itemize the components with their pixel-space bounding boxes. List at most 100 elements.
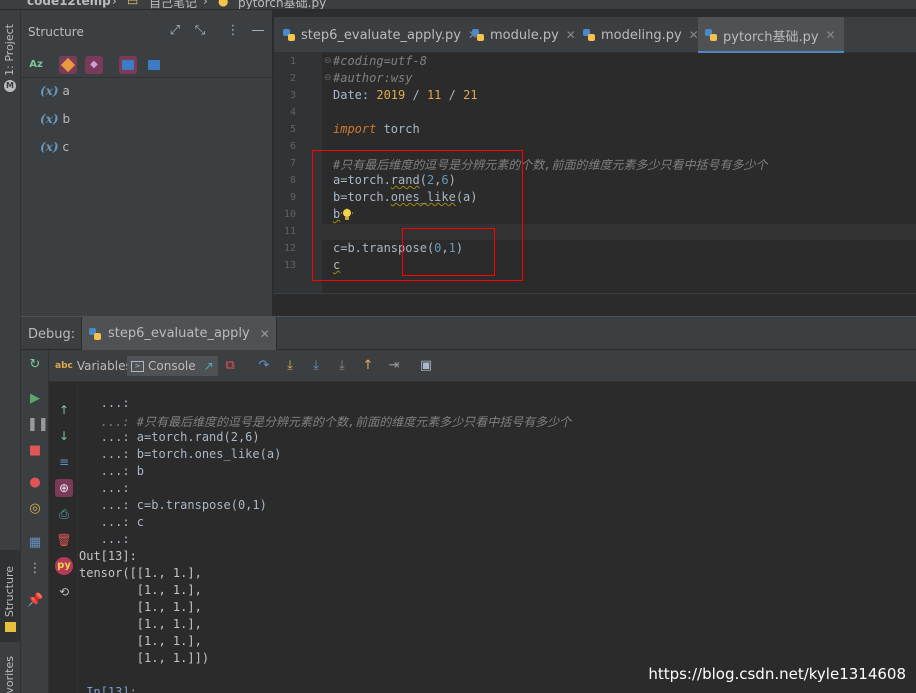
tab-console[interactable]: > Console ↗: [127, 356, 218, 376]
step-into-my-code-icon[interactable]: ⤓: [308, 358, 324, 374]
console-output: tensor([[1., 1.],: [79, 566, 202, 580]
watermark: https://blog.csdn.net/kyle1314608: [648, 665, 906, 683]
code-line-3: Date: 2019 / 11 / 21: [333, 88, 478, 102]
tab-modeling[interactable]: modeling.py ✕: [582, 17, 699, 53]
console-actions-strip: ↑ ↓ ≡ ⊕ ⎙ 🗑 py ⟲: [49, 382, 78, 693]
force-step-into-icon[interactable]: ⤓: [334, 358, 350, 374]
python-file-icon: [582, 28, 596, 42]
pause-icon[interactable]: ❚❚: [27, 417, 49, 433]
python-file-icon: [704, 28, 718, 42]
expand-all-icon[interactable]: ⤢: [167, 23, 183, 39]
console-output: [1., 1.],: [79, 583, 202, 597]
run-to-cursor-icon[interactable]: ⇥: [386, 358, 402, 374]
debug-label: Debug:: [28, 327, 76, 342]
variables-icon: abc: [55, 361, 73, 371]
mute-breakpoints-icon[interactable]: ◎: [27, 501, 43, 517]
close-tab-icon[interactable]: ✕: [826, 28, 836, 42]
breadcrumb-bar: code12temp › ▭ 自己笔记 › ● pytorch基础.py: [0, 0, 916, 10]
structure-item-c[interactable]: (x) c: [40, 140, 69, 160]
step-out-icon[interactable]: ↑: [360, 358, 376, 374]
view-breakpoints-icon[interactable]: ●: [27, 475, 43, 491]
stop-icon[interactable]: ■: [27, 443, 43, 459]
tab-step6-evaluate-apply[interactable]: step6_evaluate_apply.py✕: [282, 17, 478, 53]
debug-actions-strip: ↻ ▶ ❚❚ ■ ● ◎ ▦ ⋮ 📌: [21, 350, 49, 693]
debug-toolbar: abc Variables > Console ↗ ⧉ ↷ ⤓ ⤓ ⤓ ↑ ⇥ …: [49, 350, 916, 382]
python-console-icon[interactable]: py: [55, 557, 73, 575]
rerun-icon[interactable]: ↻: [27, 357, 43, 373]
scroll-down-icon[interactable]: ↓: [55, 427, 73, 445]
favorites-tool-tab[interactable]: vorites: [3, 656, 16, 693]
variable-icon: (x): [40, 140, 59, 154]
console-output: [1., 1.],: [79, 600, 202, 614]
breadcrumb-folder[interactable]: 自己笔记: [149, 0, 197, 9]
console-output: [1., 1.],: [79, 634, 202, 648]
python-file-icon: [88, 327, 102, 341]
breadcrumb-separator: ›: [203, 0, 208, 8]
scroll-up-icon[interactable]: ↑: [55, 401, 73, 419]
console-line: ...:: [79, 396, 130, 410]
debug-session-tab[interactable]: step6_evaluate_apply ✕: [81, 317, 277, 350]
soft-wrap-icon[interactable]: ≡: [55, 453, 73, 471]
autoscroll-from-source-icon[interactable]: [145, 56, 163, 74]
python-console[interactable]: ...: ...: #只有最后维度的逗号是分辨元素的个数,前面的维度元素多少只看…: [78, 382, 916, 693]
tab-module[interactable]: module.py ✕: [471, 17, 576, 53]
console-output: [1., 1.]]): [79, 651, 210, 665]
console-output: [1., 1.],: [79, 617, 202, 631]
hide-panel-icon[interactable]: —: [250, 23, 266, 39]
breadcrumb-separator: ›: [112, 0, 117, 8]
print-icon[interactable]: ⎙: [55, 505, 73, 523]
sort-alphabetically-icon[interactable]: Az: [27, 56, 45, 74]
evaluate-expression-icon[interactable]: ▣: [418, 358, 434, 374]
debug-tool-window-header: Debug: step6_evaluate_apply ✕: [21, 316, 916, 350]
history-icon[interactable]: ⟲: [55, 583, 73, 601]
console-line: ...:: [79, 481, 130, 495]
code-line-2: #author:wsy: [333, 71, 413, 85]
show-execution-point-icon[interactable]: ⧉: [222, 358, 238, 374]
console-icon: >: [131, 360, 144, 372]
console-input-prompt[interactable]: In[13]:: [79, 685, 137, 693]
variable-icon: (x): [40, 112, 59, 126]
close-tab-icon[interactable]: ✕: [260, 327, 270, 341]
pin-icon[interactable]: 📌: [27, 593, 43, 609]
open-external-icon[interactable]: ↗: [204, 359, 214, 373]
structure-title: Structure: [28, 25, 84, 39]
fold-marker-icon[interactable]: ⊖: [324, 56, 332, 66]
more-options-icon[interactable]: ⋮: [225, 23, 241, 39]
resume-icon[interactable]: ▶: [27, 391, 43, 407]
tab-pytorch-basics[interactable]: pytorch基础.py ✕: [698, 17, 844, 53]
console-line: ...: b=torch.ones_like(a): [79, 447, 282, 461]
collapse-all-icon[interactable]: ⤡: [192, 23, 208, 39]
show-fields-icon[interactable]: ◆: [85, 56, 103, 74]
code-line-5: import torch: [333, 122, 420, 136]
breadcrumb-file[interactable]: pytorch基础.py: [238, 0, 326, 9]
left-tool-strip: 1: Project M Z: Structure vorites: [0, 10, 21, 693]
structure-item-a[interactable]: (x) a: [40, 84, 70, 104]
console-output-label: Out[13]:: [79, 549, 137, 563]
autoscroll-to-source-icon[interactable]: [119, 56, 137, 74]
show-inherited-icon[interactable]: [59, 56, 77, 74]
tab-variables[interactable]: abc Variables: [55, 356, 132, 376]
python-file-icon: [282, 28, 296, 42]
variable-icon: (x): [40, 84, 59, 98]
folder-icon: ▭: [127, 0, 139, 8]
python-file-icon: ●: [218, 0, 229, 8]
breadcrumb-project[interactable]: code12temp: [27, 0, 111, 8]
step-over-icon[interactable]: ↷: [256, 358, 272, 374]
structure-item-b[interactable]: (x) b: [40, 112, 70, 132]
project-tool-tab[interactable]: 1: Project: [3, 24, 16, 76]
clear-all-icon[interactable]: 🗑: [55, 531, 73, 549]
code-editor[interactable]: 1 2 3 4 5 6 7 8 9 10 11 12 13 ⊖ ⊖ #codin…: [274, 53, 916, 293]
editor-debug-splitter[interactable]: [274, 293, 916, 316]
step-into-icon[interactable]: ⤓: [282, 358, 298, 374]
structure-header: Structure ⤢ ⤡ ⋮ —: [21, 10, 273, 52]
project-icon: M: [4, 80, 16, 92]
console-line: ...:: [79, 532, 130, 546]
fold-marker-icon[interactable]: ⊖: [324, 73, 332, 83]
close-tab-icon[interactable]: ✕: [566, 28, 576, 42]
console-line: ...: #只有最后维度的逗号是分辨元素的个数,前面的维度元素多少只看中括号有多…: [79, 415, 572, 429]
new-console-icon[interactable]: ⊕: [55, 479, 73, 497]
editor-tab-bar: step6_evaluate_apply.py✕ module.py✕ mode…: [274, 17, 916, 53]
more-actions-icon[interactable]: ⋮: [27, 561, 43, 577]
highlight-box-inner: [402, 228, 495, 276]
layout-settings-icon[interactable]: ▦: [27, 535, 43, 551]
